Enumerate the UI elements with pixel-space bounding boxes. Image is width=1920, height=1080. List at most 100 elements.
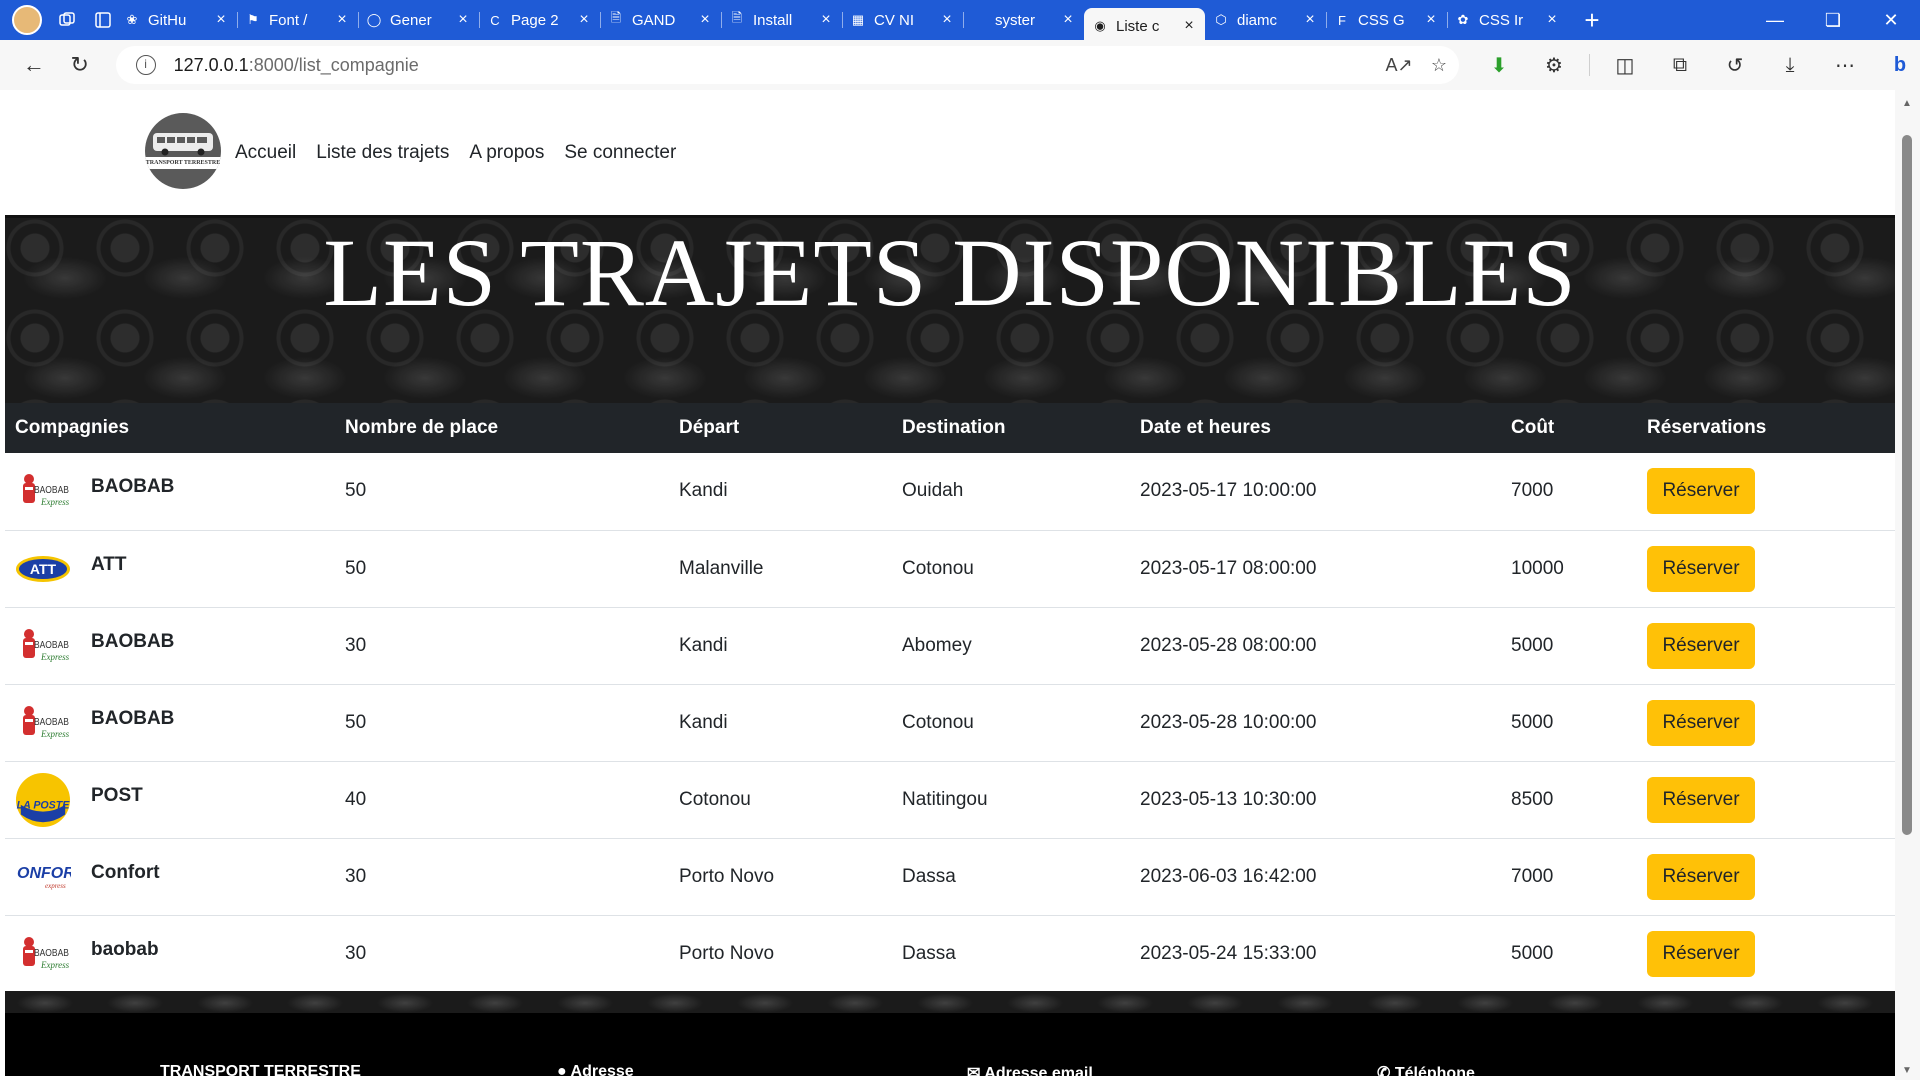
tab-close-icon[interactable]: × bbox=[939, 11, 955, 29]
cell-cost: 10000 bbox=[1511, 557, 1564, 579]
read-aloud-icon[interactable]: A↗ bbox=[1379, 55, 1419, 76]
workspaces-icon[interactable] bbox=[56, 9, 78, 31]
table-row: BAOBAB Express BAOBAB 50 Kandi Cotonou 2023-05… bbox=[5, 684, 1895, 761]
reserve-button[interactable]: Réserver bbox=[1647, 776, 1755, 823]
page-scrollbar[interactable]: ▲ ▼ bbox=[1895, 90, 1920, 1080]
profile-avatar[interactable] bbox=[12, 5, 42, 35]
cell-company: BAOBAB Express baobab bbox=[5, 915, 335, 992]
reserve-button[interactable]: Réserver bbox=[1647, 853, 1755, 900]
cell-depart: Kandi bbox=[679, 711, 728, 733]
doc-icon: 🗎 bbox=[610, 10, 622, 25]
browser-tab[interactable]: ▦ CV NI × bbox=[842, 4, 963, 36]
browser-tab[interactable]: ◉ Liste c × bbox=[1084, 8, 1205, 44]
browser-tab[interactable]: ◯ Gener × bbox=[358, 4, 479, 36]
split-screen-icon[interactable]: ◫ bbox=[1605, 47, 1645, 83]
envelope-icon: ✉ bbox=[967, 1065, 985, 1076]
browser-tab[interactable]: 🗎 Install × bbox=[721, 4, 842, 36]
collections-icon[interactable]: ⧉ bbox=[1660, 47, 1700, 83]
phone-icon: ✆ bbox=[1377, 1065, 1395, 1076]
footer-address: ● Adresse bbox=[557, 1063, 634, 1076]
scroll-down-icon[interactable]: ▼ bbox=[1902, 1065, 1912, 1076]
cell-reservation: Réserver bbox=[1637, 684, 1895, 761]
cell-datetime: 2023-05-24 15:33:00 bbox=[1140, 942, 1317, 964]
tab-title: Gener bbox=[390, 11, 432, 29]
minimize-icon[interactable]: — bbox=[1746, 0, 1804, 40]
tab-actions-icon[interactable] bbox=[92, 9, 114, 31]
back-icon[interactable]: ← bbox=[16, 47, 52, 83]
scroll-thumb[interactable] bbox=[1902, 135, 1912, 835]
chatgpt-icon: ❀ bbox=[126, 12, 138, 27]
footer-pattern-band bbox=[5, 991, 1895, 1013]
nav-liste-trajets[interactable]: Liste des trajets bbox=[316, 142, 449, 164]
tab-close-icon[interactable]: × bbox=[334, 11, 350, 29]
cell-depart: Malanville bbox=[679, 557, 764, 579]
cell-cost: 5000 bbox=[1511, 634, 1554, 656]
reserve-button[interactable]: Réserver bbox=[1647, 699, 1755, 746]
nav-a-propos[interactable]: A propos bbox=[469, 142, 544, 164]
reserve-button[interactable]: Réserver bbox=[1647, 468, 1755, 515]
scroll-up-icon[interactable]: ▲ bbox=[1902, 98, 1912, 109]
tab-close-icon[interactable]: × bbox=[697, 11, 713, 29]
svg-text:Express: Express bbox=[40, 652, 69, 662]
url-path: :8000/list_compagnie bbox=[248, 54, 419, 75]
company-name: POST bbox=[91, 784, 143, 806]
downloads-icon[interactable]: ⤓ bbox=[1770, 47, 1810, 83]
copilot-icon[interactable]: b bbox=[1880, 47, 1920, 83]
reserve-button[interactable]: Réserver bbox=[1647, 930, 1755, 977]
cell-places: 50 bbox=[345, 557, 367, 579]
cell-company: BAOBAB Express BAOBAB bbox=[5, 453, 335, 530]
tab-close-icon[interactable]: × bbox=[576, 11, 592, 29]
cell-reservation: Réserver bbox=[1637, 453, 1895, 530]
tab-close-icon[interactable]: × bbox=[818, 11, 834, 29]
doc-icon: 🗎 bbox=[731, 10, 743, 25]
browser-tab[interactable]: ❀ GitHu × bbox=[116, 4, 237, 36]
reserve-button[interactable]: Réserver bbox=[1647, 622, 1755, 669]
svg-text:ONFORT: ONFORT bbox=[17, 865, 71, 882]
address-bar[interactable]: i 127.0.0.1:8000/list_compagnie A↗ ☆ bbox=[115, 46, 1459, 84]
cell-destination: Ouidah bbox=[902, 480, 964, 502]
browser-tab[interactable]: 🗎 GAND × bbox=[600, 4, 721, 36]
baobab-logo: BAOBAB Express bbox=[15, 618, 71, 674]
nav-se-connecter[interactable]: Se connecter bbox=[564, 142, 676, 164]
browser-tab-bar: ❀ GitHu × ⚑ Font / × ◯ Gener × C Page 2 × 🗎 GAND × 🗎 Ins… bbox=[0, 0, 1920, 44]
nav-accueil[interactable]: Accueil bbox=[235, 142, 296, 164]
browser-tab[interactable]: ✿ CSS Ir × bbox=[1447, 4, 1568, 36]
restore-icon[interactable]: ❏ bbox=[1804, 0, 1862, 40]
browser-tab[interactable]: F CSS G × bbox=[1326, 4, 1447, 36]
new-tab-button[interactable]: + bbox=[1572, 5, 1612, 36]
browser-tab[interactable]: ⬡ diamc × bbox=[1205, 4, 1326, 36]
browser-tab[interactable]: C Page 2 × bbox=[479, 4, 600, 36]
tab-close-icon[interactable]: × bbox=[1423, 11, 1439, 29]
browser-tab[interactable]: syster × bbox=[963, 4, 1084, 36]
tab-close-icon[interactable]: × bbox=[455, 11, 471, 29]
tab-title: syster bbox=[995, 11, 1036, 29]
close-window-icon[interactable]: ✕ bbox=[1862, 0, 1920, 40]
cell-destination: Dassa bbox=[902, 942, 956, 964]
svg-text:ATT: ATT bbox=[30, 561, 57, 577]
laposte-logo: LA POSTE bbox=[15, 772, 71, 828]
favorite-star-icon[interactable]: ☆ bbox=[1419, 55, 1459, 76]
svg-text:LA POSTE: LA POSTE bbox=[17, 799, 71, 811]
tab-close-icon[interactable]: × bbox=[1544, 11, 1560, 29]
cell-cost: 5000 bbox=[1511, 942, 1554, 964]
company-name: BAOBAB bbox=[91, 707, 175, 729]
tab-close-icon[interactable]: × bbox=[1060, 11, 1076, 29]
svg-text:Express: Express bbox=[40, 497, 69, 507]
browser-tab[interactable]: ⚑ Font / × bbox=[237, 4, 358, 36]
refresh-icon[interactable]: ↻ bbox=[62, 47, 98, 83]
history-icon[interactable]: ↺ bbox=[1715, 47, 1755, 83]
f-icon: F bbox=[1338, 12, 1346, 28]
cell-destination: Cotonou bbox=[902, 557, 974, 579]
site-logo[interactable]: TRANSPORT TERRESTRE bbox=[145, 112, 221, 193]
col-header-places: Nombre de place bbox=[345, 417, 499, 438]
cell-company: BAOBAB Express BAOBAB bbox=[5, 607, 335, 684]
more-menu-icon[interactable]: ⋯ bbox=[1825, 47, 1865, 83]
extensions-icon[interactable]: ⚙ bbox=[1534, 47, 1574, 83]
tab-close-icon[interactable]: × bbox=[1302, 11, 1318, 29]
site-info-icon[interactable]: i bbox=[135, 55, 156, 75]
download-manager-icon[interactable]: ⬇ bbox=[1479, 47, 1519, 83]
tab-close-icon[interactable]: × bbox=[1181, 17, 1197, 35]
leaf-icon: ✿ bbox=[1457, 12, 1469, 27]
reserve-button[interactable]: Réserver bbox=[1647, 545, 1755, 592]
tab-close-icon[interactable]: × bbox=[213, 11, 229, 29]
